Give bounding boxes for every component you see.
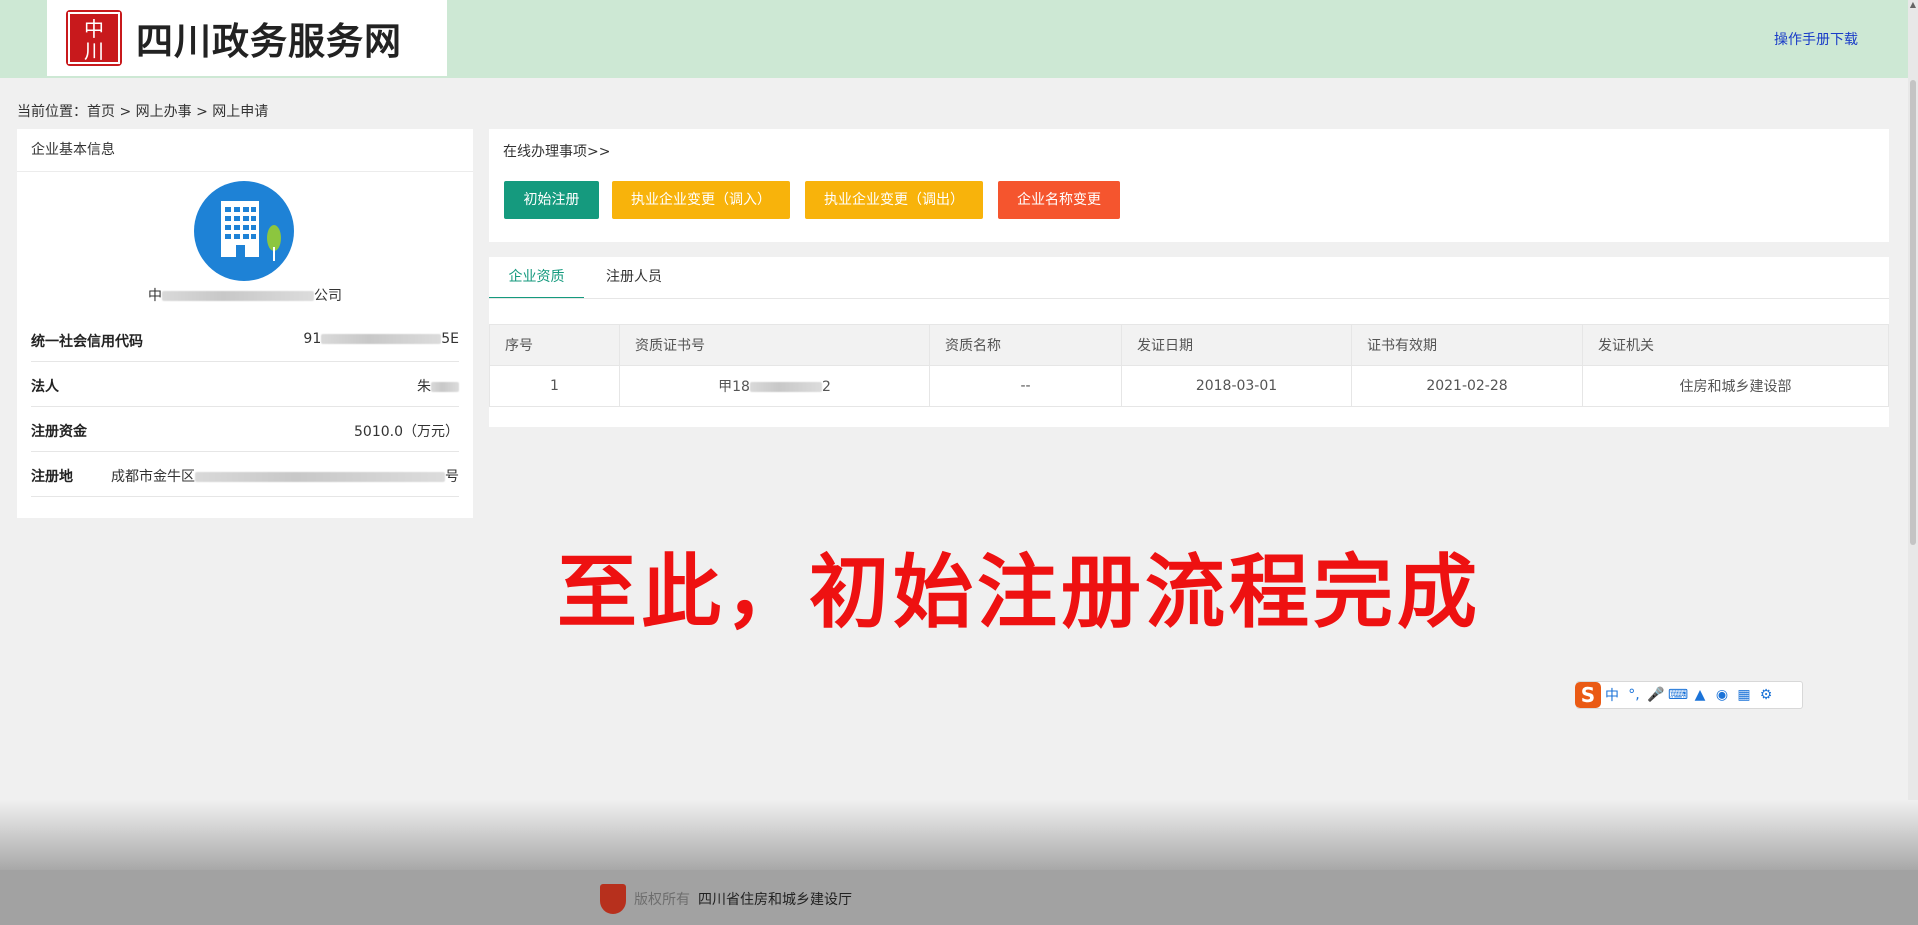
breadcrumb-item-apply[interactable]: 网上申请 xyxy=(212,104,268,120)
ime-toolbar[interactable]: S 中 °, 🎤 ⌨ ▲ ◉ ▦ ⚙ xyxy=(1575,681,1803,709)
company-name-suffix: 公司 xyxy=(314,288,342,304)
col-header: 证书有效期 xyxy=(1351,324,1583,366)
seal-char: 中 xyxy=(84,17,104,41)
keyboard-icon[interactable]: ⌨ xyxy=(1667,687,1689,703)
initial-registration-button[interactable]: 初始注册 xyxy=(504,181,599,219)
col-header: 资质名称 xyxy=(929,324,1122,366)
cell-cert-number: 甲18 2 xyxy=(619,365,930,407)
table-row[interactable]: 1 甲18 2 -- 2018-03-01 2021-02-28 住房和城乡建设部 xyxy=(489,365,1889,407)
info-key: 注册资金 xyxy=(31,424,87,440)
breadcrumb-separator: > xyxy=(191,104,213,120)
chinese-mode-icon[interactable]: 中 xyxy=(1601,685,1623,705)
tab-registered-staff[interactable]: 注册人员 xyxy=(584,257,684,297)
breadcrumb-item-online[interactable]: 网上办事 xyxy=(136,104,192,120)
settings-icon[interactable]: ⚙ xyxy=(1755,687,1777,703)
scrollbar-thumb[interactable] xyxy=(1910,80,1916,545)
cell-valid-until: 2021-02-28 xyxy=(1351,365,1583,407)
footer-content: 版权所有 四川省住房和城乡建设厅 xyxy=(600,884,852,914)
breadcrumb-item-home[interactable]: 首页 xyxy=(87,104,115,120)
skin-icon[interactable]: ▲ xyxy=(1689,687,1711,703)
breadcrumb-prefix: 当前位置： xyxy=(17,104,87,120)
redacted-text xyxy=(749,382,822,392)
qualification-table: 序号 资质证书号 资质名称 发证日期 证书有效期 发证机关 1 甲18 2 -- … xyxy=(489,324,1889,407)
company-name: 中 公司 xyxy=(17,285,473,305)
manual-download-link[interactable]: 操作手册下载 xyxy=(1774,29,1858,49)
emblem-icon xyxy=(600,884,626,914)
info-value: 5010.0（万元） xyxy=(354,424,459,440)
info-value: 成都市金牛区 号 xyxy=(111,466,459,486)
sogou-logo-icon[interactable]: S xyxy=(1575,682,1601,708)
info-key: 统一社会信用代码 xyxy=(31,334,143,350)
redacted-text xyxy=(321,334,442,344)
panel-title: 企业基本信息 xyxy=(17,129,473,172)
building-icon xyxy=(194,181,294,281)
redacted-text xyxy=(162,291,314,301)
footer-org: 四川省住房和城乡建设厅 xyxy=(698,892,852,908)
tabs-divider xyxy=(489,298,1889,299)
col-header: 发证日期 xyxy=(1121,324,1352,366)
col-header: 序号 xyxy=(489,324,620,366)
table-header-row: 序号 资质证书号 资质名称 发证日期 证书有效期 发证机关 xyxy=(489,324,1889,366)
page-scrollbar[interactable]: ▲ xyxy=(1908,0,1918,925)
copyright-label: 版权所有 xyxy=(634,892,690,908)
col-header: 资质证书号 xyxy=(619,324,930,366)
cell-authority: 住房和城乡建设部 xyxy=(1582,365,1889,407)
tab-qualification[interactable]: 企业资质 xyxy=(489,257,584,299)
seal-icon: 中 川 xyxy=(66,10,122,66)
qualification-panel: 企业资质 注册人员 序号 资质证书号 资质名称 发证日期 证书有效期 发证机关 … xyxy=(489,257,1889,427)
col-header: 发证机关 xyxy=(1582,324,1889,366)
company-name-prefix: 中 xyxy=(148,288,162,304)
seal-char: 川 xyxy=(84,39,104,63)
online-services-panel: 在线办理事项>> 初始注册 执业企业变更（调入） 执业企业变更（调出） 企业名称… xyxy=(489,129,1889,242)
info-value: 朱 xyxy=(417,376,459,396)
cell-qualification-name: -- xyxy=(929,365,1122,407)
info-row-legal-person: 法人 朱 xyxy=(31,362,459,407)
info-row-address: 注册地 成都市金牛区 号 xyxy=(31,452,459,497)
site-logo[interactable]: 中 川 四川政务服务网 xyxy=(47,0,447,76)
cell-issue-date: 2018-03-01 xyxy=(1121,365,1352,407)
company-info-panel: 企业基本信息 中 公司 统一社会信用代码 91 5E 法人 朱 注册资金 5010.… xyxy=(17,129,473,518)
footer-fade xyxy=(0,800,1918,870)
breadcrumb: 当前位置：首页 > 网上办事 > 网上申请 xyxy=(17,101,268,121)
footer: 版权所有 四川省住房和城乡建设厅 xyxy=(0,870,1918,925)
company-rename-button[interactable]: 企业名称变更 xyxy=(998,181,1120,219)
site-title: 四川政务服务网 xyxy=(136,19,402,63)
cert-suffix: 2 xyxy=(821,379,831,395)
cell-index: 1 xyxy=(489,365,620,407)
redacted-text xyxy=(195,472,445,482)
company-change-out-button[interactable]: 执业企业变更（调出） xyxy=(805,181,983,219)
info-value-prefix: 91 xyxy=(303,331,322,347)
info-row-capital: 注册资金 5010.0（万元） xyxy=(31,407,459,452)
info-key: 注册地 xyxy=(31,469,73,485)
info-row-credit-code: 统一社会信用代码 91 5E xyxy=(31,317,459,362)
info-value-prefix: 成都市金牛区 xyxy=(111,469,195,485)
info-value-suffix: 号 xyxy=(445,469,459,485)
breadcrumb-separator: > xyxy=(115,104,136,120)
company-change-in-button[interactable]: 执业企业变更（调入） xyxy=(612,181,790,219)
info-value-suffix: 5E xyxy=(441,331,459,347)
info-value: 91 5E xyxy=(303,331,459,347)
overlay-caption: 至此，初始注册流程完成 xyxy=(557,546,1481,639)
info-key: 法人 xyxy=(31,379,59,395)
apps-icon[interactable]: ▦ xyxy=(1733,687,1755,703)
cert-prefix: 甲18 xyxy=(718,379,750,395)
panel-title: 在线办理事项>> xyxy=(503,144,611,160)
punctuation-icon[interactable]: °, xyxy=(1623,687,1645,703)
scroll-up-icon[interactable]: ▲ xyxy=(1908,0,1918,10)
robot-icon[interactable]: ◉ xyxy=(1711,687,1733,703)
redacted-text xyxy=(431,382,459,392)
header-bar: 中 川 四川政务服务网 操作手册下载 xyxy=(0,0,1918,78)
mic-icon[interactable]: 🎤 xyxy=(1645,687,1667,703)
info-value-prefix: 朱 xyxy=(417,379,431,395)
